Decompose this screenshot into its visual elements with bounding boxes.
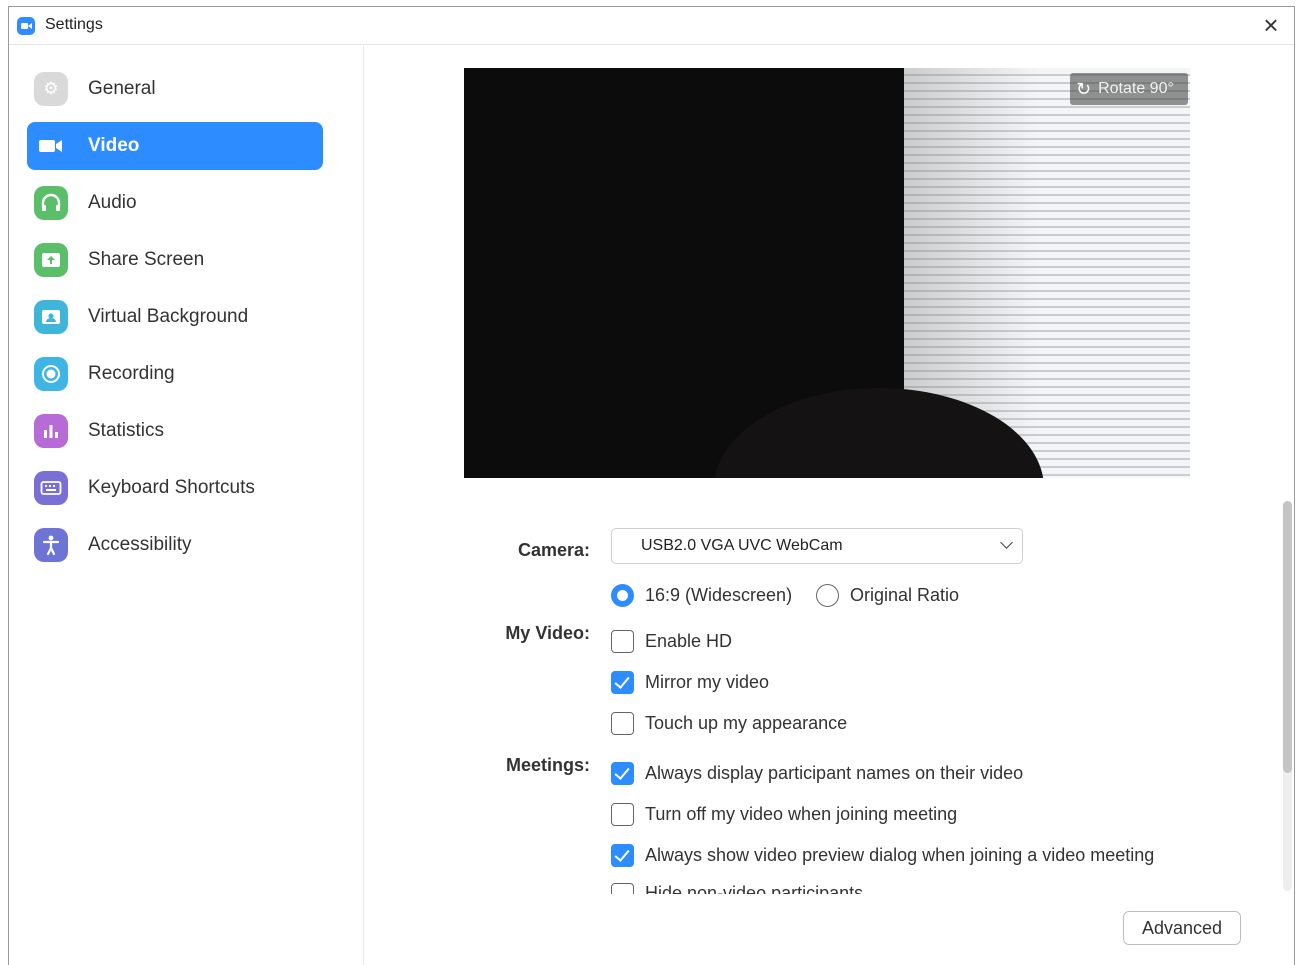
checkbox-touch-up[interactable]: Touch up my appearance bbox=[611, 710, 847, 736]
enable-hd-checkbox[interactable] bbox=[611, 629, 634, 653]
video-settings-panel: ↻ Rotate 90° Camera: USB2.0 VGA UVC WebC… bbox=[365, 46, 1296, 965]
checkbox-enable-hd[interactable]: Enable HD bbox=[611, 628, 732, 654]
show-preview-label: Always show video preview dialog when jo… bbox=[645, 844, 1155, 865]
meetings-label: Meetings: bbox=[505, 755, 590, 775]
touch-up-checkbox[interactable] bbox=[611, 711, 634, 735]
camera-label: Camera: bbox=[517, 540, 590, 560]
checkbox-hide-non-video[interactable]: Hide non-video participants bbox=[611, 880, 1011, 894]
mirror-video-checkbox[interactable] bbox=[611, 670, 634, 694]
headphones-icon bbox=[34, 186, 68, 220]
sidebar-item-label: Keyboard Shortcuts bbox=[88, 477, 255, 498]
sidebar-item-label: General bbox=[88, 78, 156, 99]
sidebar-item-label: Accessibility bbox=[88, 534, 192, 555]
sidebar-item-recording[interactable]: Recording bbox=[27, 350, 323, 398]
record-icon bbox=[34, 357, 68, 391]
sidebar-item-label: Virtual Background bbox=[88, 306, 249, 327]
radio-original-ratio-button[interactable] bbox=[816, 583, 839, 607]
turn-off-video-label: Turn off my video when joining meeting bbox=[645, 803, 958, 824]
keyboard-icon bbox=[34, 471, 68, 505]
zoom-app-icon bbox=[17, 17, 35, 35]
video-camera-icon bbox=[34, 129, 68, 163]
radio-original-ratio-label: Original Ratio bbox=[850, 584, 960, 605]
sidebar-item-label: Audio bbox=[88, 192, 137, 213]
rotate-icon: ↻ bbox=[1076, 78, 1092, 99]
sidebar-item-share-screen[interactable]: Share Screen bbox=[27, 236, 323, 284]
camera-select-value: USB2.0 VGA UVC WebCam bbox=[641, 537, 843, 554]
sidebar-item-statistics[interactable]: Statistics bbox=[27, 407, 323, 455]
sidebar-item-accessibility[interactable]: Accessibility bbox=[27, 521, 323, 569]
sidebar-item-virtual-background[interactable]: Virtual Background bbox=[27, 293, 323, 341]
sidebar-item-general[interactable]: ⚙ General bbox=[27, 65, 323, 113]
radio-widescreen[interactable]: 16:9 (Widescreen) bbox=[611, 582, 792, 608]
display-names-label: Always display participant names on thei… bbox=[645, 762, 1024, 783]
radio-widescreen-button[interactable] bbox=[611, 583, 634, 607]
video-preview: ↻ Rotate 90° bbox=[464, 68, 1190, 478]
radio-widescreen-label: 16:9 (Widescreen) bbox=[645, 584, 793, 605]
sidebar-item-video[interactable]: Video bbox=[27, 122, 323, 170]
title-bar: Settings × bbox=[9, 7, 1294, 45]
sidebar-item-label: Recording bbox=[88, 363, 175, 384]
accessibility-icon bbox=[34, 528, 68, 562]
sidebar-item-label: Share Screen bbox=[88, 249, 205, 270]
gear-icon: ⚙ bbox=[34, 72, 68, 106]
display-names-checkbox[interactable] bbox=[611, 761, 634, 785]
chevron-down-icon bbox=[1000, 536, 1013, 549]
sidebar-item-keyboard-shortcuts[interactable]: Keyboard Shortcuts bbox=[27, 464, 323, 512]
rotate-label: Rotate 90° bbox=[1098, 80, 1174, 97]
sidebar-item-audio[interactable]: Audio bbox=[27, 179, 323, 227]
settings-window: Settings × ⚙ General Video Audio Share S… bbox=[8, 6, 1295, 965]
share-screen-icon bbox=[34, 243, 68, 277]
show-preview-checkbox[interactable] bbox=[611, 843, 634, 867]
close-icon[interactable]: × bbox=[1254, 9, 1288, 43]
radio-original-ratio[interactable]: Original Ratio bbox=[816, 582, 959, 608]
sidebar-item-label: Statistics bbox=[88, 420, 165, 441]
window-title: Settings bbox=[45, 16, 103, 33]
virtual-background-icon bbox=[34, 300, 68, 334]
touch-up-label: Touch up my appearance bbox=[645, 712, 848, 733]
mirror-video-label: Mirror my video bbox=[645, 671, 770, 692]
settings-sidebar: ⚙ General Video Audio Share Screen Virtu… bbox=[9, 46, 364, 965]
rotate-90-button[interactable]: ↻ Rotate 90° bbox=[1070, 73, 1188, 105]
sidebar-item-label: Video bbox=[88, 135, 140, 156]
checkbox-turn-off-video[interactable]: Turn off my video when joining meeting bbox=[611, 801, 957, 827]
enable-hd-label: Enable HD bbox=[645, 630, 733, 651]
camera-select[interactable]: USB2.0 VGA UVC WebCam bbox=[611, 528, 1023, 564]
advanced-button[interactable]: Advanced bbox=[1123, 911, 1241, 945]
bar-chart-icon bbox=[34, 414, 68, 448]
scrollbar-thumb[interactable] bbox=[1283, 501, 1292, 773]
my-video-label: My Video: bbox=[505, 623, 590, 643]
checkbox-display-names[interactable]: Always display participant names on thei… bbox=[611, 760, 1023, 786]
turn-off-video-checkbox[interactable] bbox=[611, 802, 634, 826]
checkbox-mirror-video[interactable]: Mirror my video bbox=[611, 669, 769, 695]
hide-non-video-checkbox[interactable] bbox=[611, 883, 634, 894]
hide-non-video-label: Hide non-video participants bbox=[645, 883, 864, 894]
checkbox-show-preview[interactable]: Always show video preview dialog when jo… bbox=[611, 842, 1154, 868]
